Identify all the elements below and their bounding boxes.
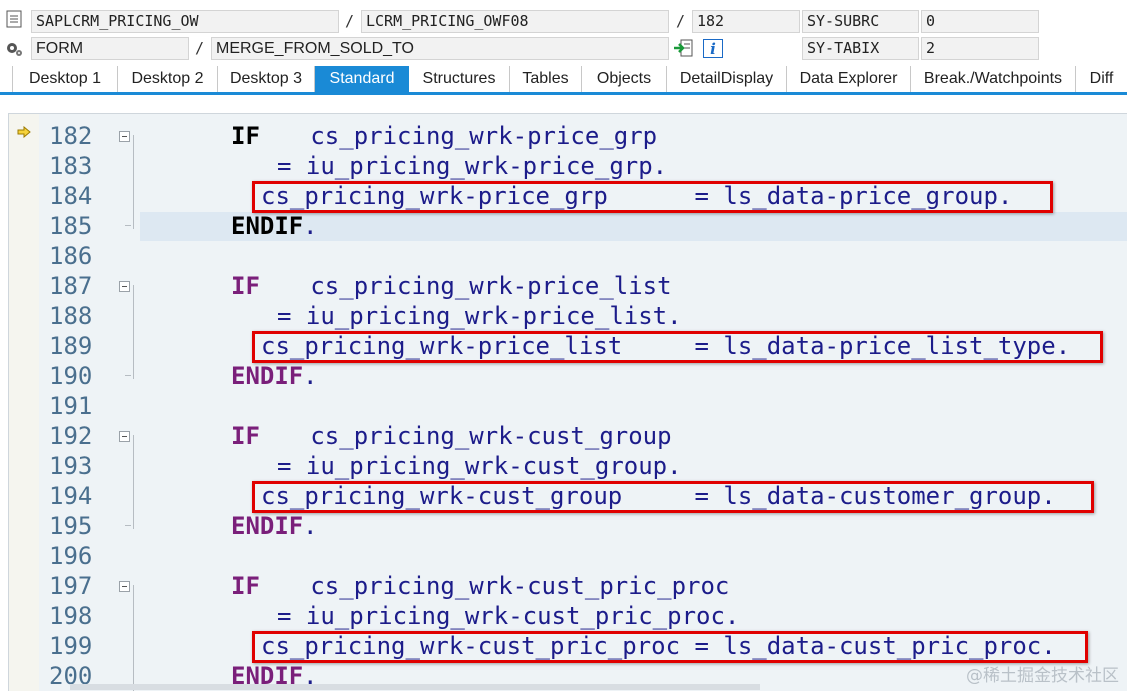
highlight-box (252, 331, 1103, 363)
code-text: = iu_pricing_wrk-price_grp. (277, 152, 668, 180)
event-name-field[interactable]: MERGE_FROM_SOLD_TO (211, 37, 669, 60)
tab-data-explorer[interactable]: Data Explorer (787, 66, 911, 92)
code-line: 186 (9, 241, 1127, 271)
line-number: 182 (49, 122, 93, 150)
keyword-if: IF (231, 422, 260, 450)
line-number: 192 (49, 422, 93, 450)
keyword-if: IF (231, 272, 260, 300)
line-number: 190 (49, 362, 93, 390)
tab-diff[interactable]: Diff (1076, 66, 1127, 92)
fold-toggle[interactable] (119, 131, 130, 142)
navigate-to-source-icon[interactable] (673, 39, 693, 61)
line-number: 194 (49, 482, 93, 510)
line-number: 193 (49, 452, 93, 480)
fold-toggle[interactable] (119, 581, 130, 592)
include-field[interactable]: LCRM_PRICING_OWF08 (361, 10, 669, 33)
code-line: 193 = iu_pricing_wrk-cust_group. (9, 451, 1127, 481)
keyword-endif: ENDIF (231, 512, 304, 540)
code-text: cs_pricing_wrk-price_list (267, 272, 672, 300)
code-line: 188 = iu_pricing_wrk-price_list. (9, 301, 1127, 331)
keyword-if: IF (231, 572, 260, 600)
highlight-box (252, 181, 1053, 213)
code-text: = iu_pricing_wrk-price_list. (277, 302, 682, 330)
code-line: 183 = iu_pricing_wrk-price_grp. (9, 151, 1127, 181)
code-text: . (303, 362, 318, 390)
code-line: 197 IF cs_pricing_wrk-cust_pric_proc (9, 571, 1127, 601)
separator: / (676, 12, 686, 30)
code-text: . (303, 212, 318, 240)
line-number: 191 (49, 392, 93, 420)
sysvar2-name-field[interactable]: SY-TABIX (802, 37, 919, 60)
line-number: 195 (49, 512, 93, 540)
code-line: 191 (9, 391, 1127, 421)
tab-desktop-2[interactable]: Desktop 2 (118, 66, 218, 92)
code-line: 182 IF cs_pricing_wrk-price_grp (9, 121, 1127, 151)
fold-end-tick (125, 375, 131, 376)
tab-standard[interactable]: Standard (315, 66, 409, 92)
keyword-endif: ENDIF (231, 362, 304, 390)
fold-toggle[interactable] (119, 431, 130, 442)
separator: / (195, 39, 205, 57)
code-line: 190 ENDIF . (9, 361, 1127, 391)
program-field[interactable]: SAPLCRM_PRICING_OW (31, 10, 339, 33)
line-number: 185 (49, 212, 93, 240)
tab-structures[interactable]: Structures (409, 66, 510, 92)
line-number: 188 (49, 302, 93, 330)
keyword-endif: ENDIF (231, 212, 304, 240)
sysvar2-value-field[interactable]: 2 (921, 37, 1039, 60)
code-line: 195 ENDIF . (9, 511, 1127, 541)
separator: / (345, 12, 355, 30)
tab-underline (0, 92, 1127, 95)
fold-end-tick (125, 525, 131, 526)
line-number: 198 (49, 602, 93, 630)
fold-end-tick (125, 225, 131, 226)
line-number: 199 (49, 632, 93, 660)
document-icon (6, 10, 22, 32)
code-text: . (303, 512, 318, 540)
settings-gear-icon[interactable] (4, 40, 24, 62)
line-number: 189 (49, 332, 93, 360)
tab-desktop-3[interactable]: Desktop 3 (218, 66, 315, 92)
watermark: @稀土掘金技术社区 (966, 666, 1119, 686)
code-line: 187 IF cs_pricing_wrk-price_list (9, 271, 1127, 301)
code-line: 198 = iu_pricing_wrk-cust_pric_proc. (9, 601, 1127, 631)
debugger-header: SAPLCRM_PRICING_OW / LCRM_PRICING_OWF08 … (0, 0, 1127, 66)
current-code-line: 185 ENDIF . (9, 211, 1127, 241)
tab-objects[interactable]: Objects (582, 66, 667, 92)
horizontal-scrollbar[interactable] (70, 684, 760, 690)
tab-tables[interactable]: Tables (510, 66, 582, 92)
code-text: cs_pricing_wrk-cust_group (267, 422, 672, 450)
fold-toggle[interactable] (119, 281, 130, 292)
info-icon[interactable]: i (703, 39, 723, 62)
sysvar1-name-field[interactable]: SY-SUBRC (802, 10, 919, 33)
tab-break-watchpoints[interactable]: Break./Watchpoints (911, 66, 1076, 92)
highlight-box (252, 481, 1094, 513)
code-line: 192 IF cs_pricing_wrk-cust_group (9, 421, 1127, 451)
sysvar1-value-field[interactable]: 0 (921, 10, 1039, 33)
event-type-field[interactable]: FORM (31, 37, 189, 60)
info-glyph: i (710, 40, 716, 58)
line-number: 187 (49, 272, 93, 300)
highlight-box (252, 631, 1088, 663)
line-field[interactable]: 182 (692, 10, 800, 33)
keyword-if: IF (231, 122, 260, 150)
code-line: 196 (9, 541, 1127, 571)
code-text: cs_pricing_wrk-cust_pric_proc (267, 572, 730, 600)
code-text: = iu_pricing_wrk-cust_group. (277, 452, 682, 480)
line-number: 196 (49, 542, 93, 570)
line-number: 186 (49, 242, 93, 270)
line-number: 197 (49, 572, 93, 600)
tab-desktop-1[interactable]: Desktop 1 (12, 66, 118, 92)
source-code-editor[interactable]: 182 IF cs_pricing_wrk-price_grp 183 = iu… (8, 113, 1127, 691)
desktop-tab-strip: Desktop 1 Desktop 2 Desktop 3 Standard S… (0, 66, 1127, 92)
line-number: 183 (49, 152, 93, 180)
line-number: 184 (49, 182, 93, 210)
code-text: = iu_pricing_wrk-cust_pric_proc. (277, 602, 740, 630)
tab-detaildisplay[interactable]: DetailDisplay (667, 66, 787, 92)
code-text: cs_pricing_wrk-price_grp (267, 122, 658, 150)
